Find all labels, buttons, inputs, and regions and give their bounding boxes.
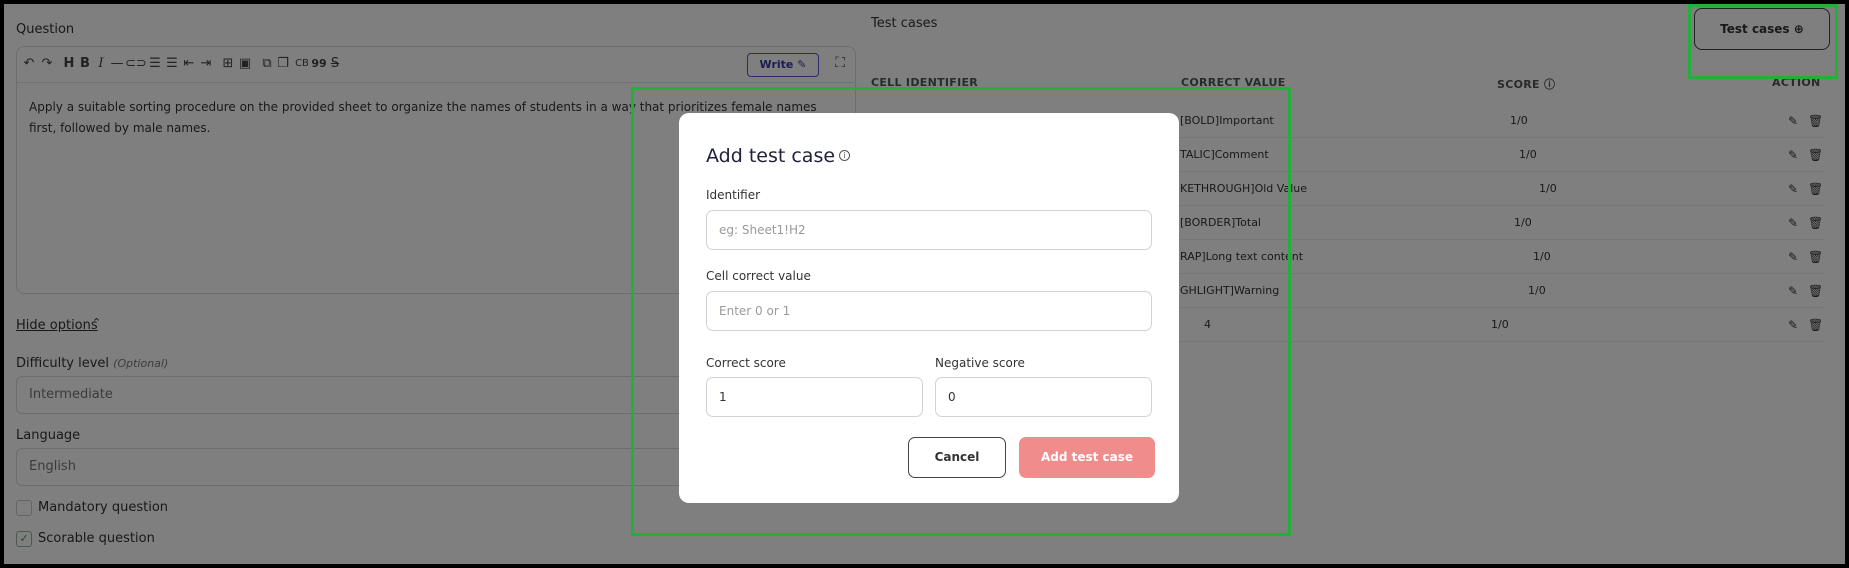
negative-score-input[interactable]: 0 [935,377,1152,417]
add-test-case-submit-button[interactable]: Add test case [1019,437,1155,478]
modal-title: Add test case [706,145,836,167]
cell-value-label: Cell correct value [706,269,811,283]
info-icon[interactable]: i [839,150,850,161]
cancel-button[interactable]: Cancel [908,437,1006,478]
identifier-label: Identifier [706,188,761,202]
cell-value-input[interactable]: Enter 0 or 1 [706,291,1152,331]
editor-page: Question ↶ ↷ H B I — ⊂⊃ ☰ ☰ ⇤ ⇥ ⊞ ▣ ⧉ ❐ … [4,4,1845,564]
correct-score-label: Correct score [706,356,786,370]
identifier-input[interactable]: eg: Sheet1!H2 [706,210,1152,250]
negative-score-label: Negative score [935,356,1025,370]
correct-score-input[interactable]: 1 [706,377,923,417]
add-test-case-modal: Add test case i Identifier eg: Sheet1!H2… [679,113,1179,503]
